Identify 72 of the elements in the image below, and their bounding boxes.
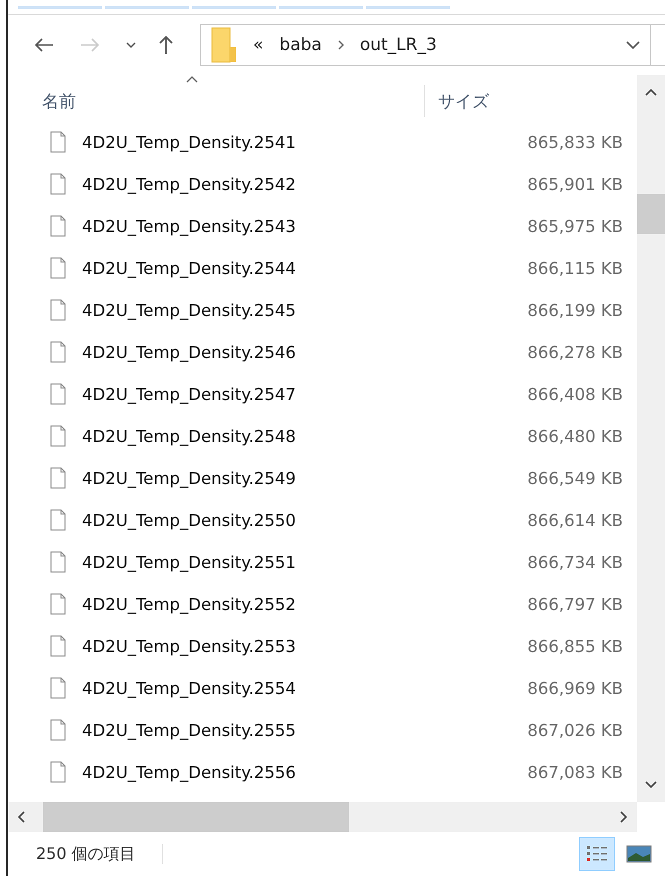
back-icon[interactable]	[34, 37, 54, 53]
file-name[interactable]: 4D2U_Temp_Density.2549	[82, 468, 296, 488]
vertical-scrollbar[interactable]	[637, 75, 665, 802]
file-icon	[50, 131, 66, 153]
file-icon	[50, 677, 66, 699]
file-name[interactable]: 4D2U_Temp_Density.2554	[82, 678, 296, 698]
chevron-down-icon[interactable]	[126, 42, 136, 48]
file-name[interactable]: 4D2U_Temp_Density.2552	[82, 594, 296, 614]
file-icon	[50, 719, 66, 741]
file-name[interactable]: 4D2U_Temp_Density.2542	[82, 174, 296, 194]
up-arrow-icon[interactable]	[158, 35, 174, 55]
file-size: 865,833 KB	[527, 132, 623, 152]
file-icon	[50, 173, 66, 195]
file-name[interactable]: 4D2U_Temp_Density.2553	[82, 636, 296, 656]
file-icon	[50, 425, 66, 447]
file-icon	[50, 593, 66, 615]
scroll-thumb[interactable]	[43, 802, 349, 832]
scroll-right-icon[interactable]	[620, 811, 627, 823]
chevron-right-icon[interactable]	[338, 40, 344, 50]
file-size: 866,278 KB	[527, 342, 623, 362]
file-name[interactable]: 4D2U_Temp_Density.2551	[82, 552, 296, 572]
file-size: 866,408 KB	[527, 384, 623, 404]
file-size: 866,855 KB	[527, 636, 623, 656]
file-size: 866,614 KB	[527, 510, 623, 530]
file-name[interactable]: 4D2U_Temp_Density.2555	[82, 720, 296, 740]
file-size: 867,083 KB	[527, 762, 623, 782]
file-icon	[50, 635, 66, 657]
scroll-down-icon[interactable]	[645, 781, 657, 788]
file-icon	[50, 341, 66, 363]
breadcrumb-item[interactable]: baba	[279, 35, 322, 55]
file-icon	[50, 551, 66, 573]
file-size: 866,797 KB	[527, 594, 623, 614]
breadcrumb-item[interactable]: out_LR_3	[360, 35, 437, 55]
file-icon	[50, 467, 66, 489]
file-name[interactable]: 4D2U_Temp_Density.2550	[82, 510, 296, 530]
file-name[interactable]: 4D2U_Temp_Density.2543	[82, 216, 296, 236]
column-header[interactable]: 名前	[8, 85, 425, 117]
file-name[interactable]: 4D2U_Temp_Density.2546	[82, 342, 296, 362]
file-name[interactable]: 4D2U_Temp_Density.2556	[82, 762, 296, 782]
file-name[interactable]: 4D2U_Temp_Density.2547	[82, 384, 296, 404]
horizontal-scrollbar[interactable]	[8, 802, 637, 832]
file-size: 866,115 KB	[527, 258, 623, 278]
details-view-button[interactable]	[579, 837, 615, 871]
file-size: 866,969 KB	[527, 678, 623, 698]
details-list-icon	[586, 844, 608, 864]
landscape-thumbnail-icon	[626, 844, 652, 864]
file-icon	[50, 257, 66, 279]
file-size: 865,901 KB	[527, 174, 623, 194]
file-size: 866,480 KB	[527, 426, 623, 446]
scroll-up-icon[interactable]	[645, 89, 657, 96]
scroll-thumb[interactable]	[637, 194, 665, 234]
file-size: 866,549 KB	[527, 468, 623, 488]
file-name[interactable]: 4D2U_Temp_Density.2544	[82, 258, 296, 278]
dropdown-icon[interactable]	[626, 41, 640, 49]
file-size: 865,975 KB	[527, 216, 623, 236]
breadcrumb-overflow[interactable]: «	[253, 35, 264, 55]
address-bar[interactable]: « baba out_LR_3	[200, 24, 650, 66]
file-icon	[50, 761, 66, 783]
file-name[interactable]: 4D2U_Temp_Density.2545	[82, 300, 296, 320]
file-size: 866,199 KB	[527, 300, 623, 320]
item-count: 250 個の項目	[36, 844, 136, 864]
scroll-left-icon[interactable]	[18, 811, 25, 823]
file-size: 867,026 KB	[527, 720, 623, 740]
file-size: 866,734 KB	[527, 552, 623, 572]
file-icon	[50, 215, 66, 237]
folder-icon	[211, 27, 237, 63]
file-name[interactable]: 4D2U_Temp_Density.2541	[82, 132, 296, 152]
column-header[interactable]: サイズ	[425, 81, 637, 121]
file-icon	[50, 383, 66, 405]
file-name[interactable]: 4D2U_Temp_Density.2548	[82, 426, 296, 446]
file-icon	[50, 509, 66, 531]
file-icon	[50, 299, 66, 321]
